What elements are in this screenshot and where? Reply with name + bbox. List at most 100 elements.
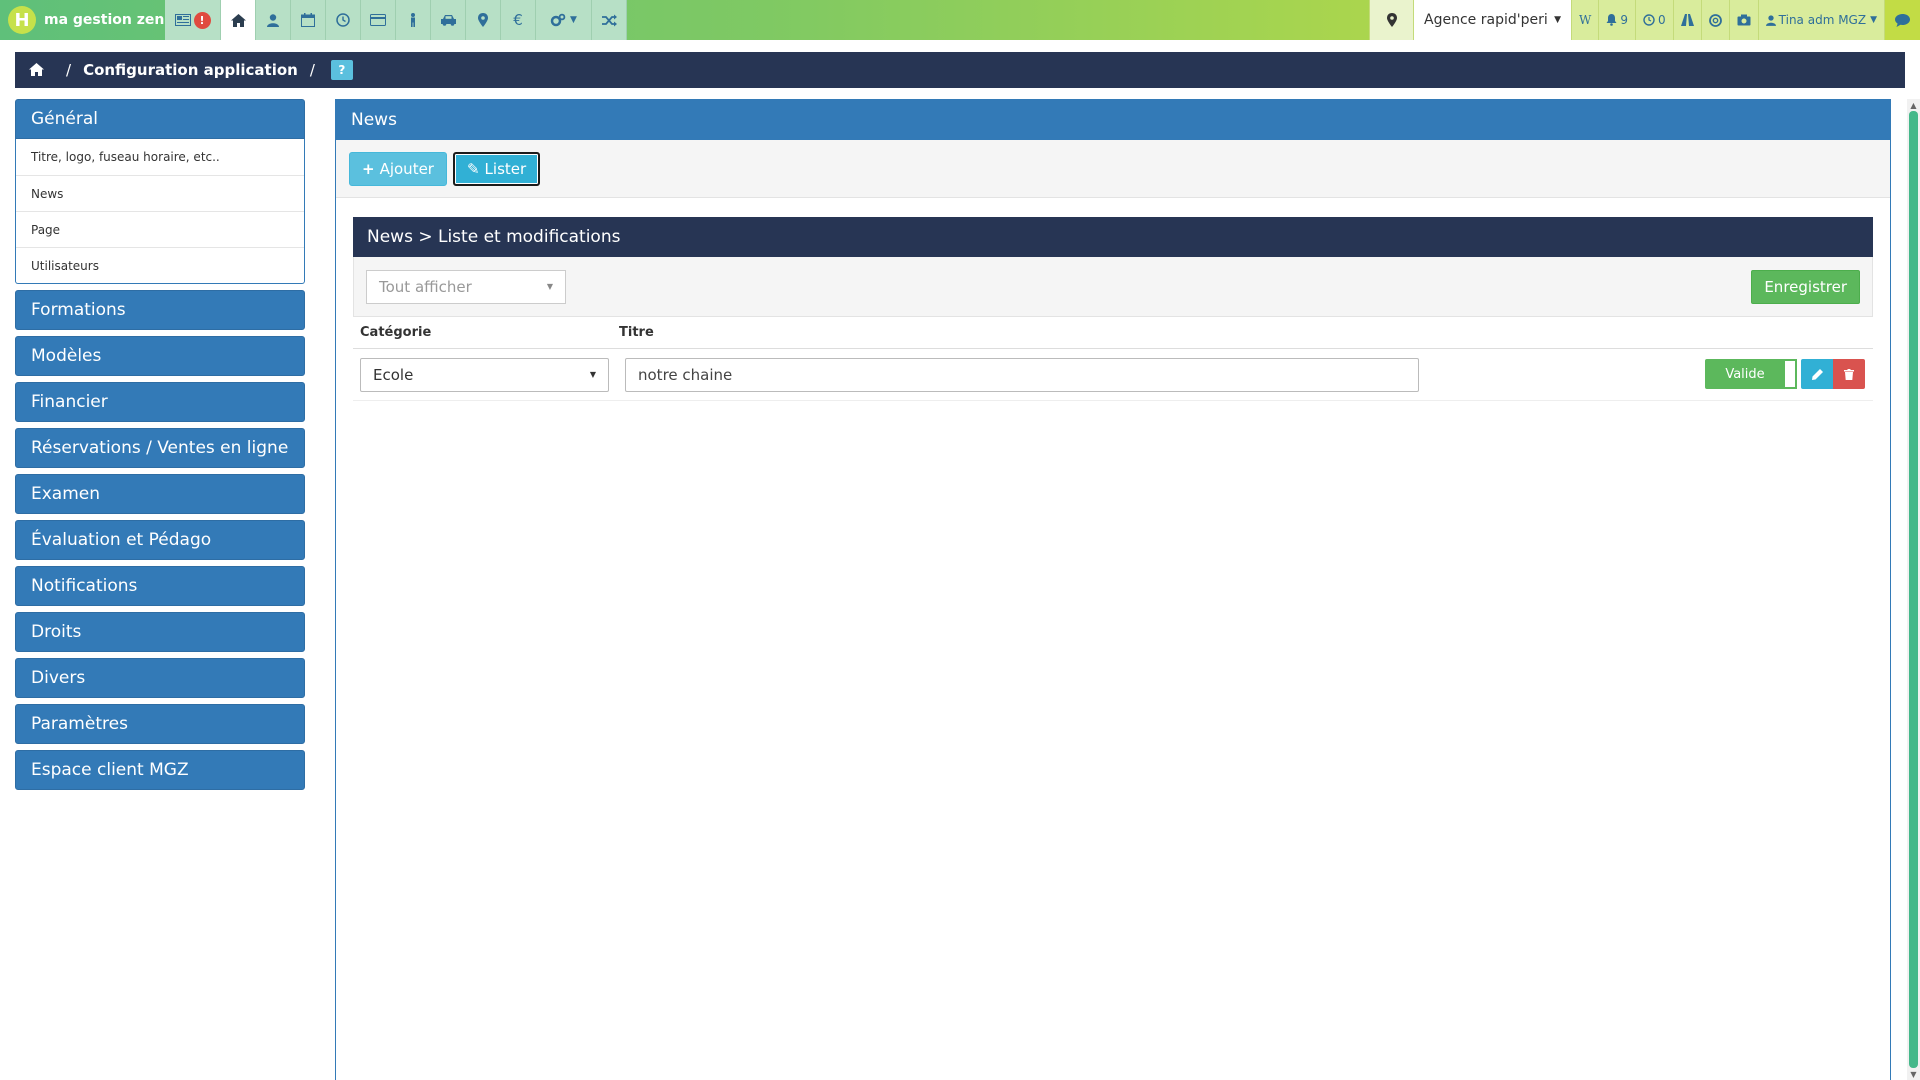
pencil-icon [1811, 368, 1823, 380]
shuffle-icon[interactable] [592, 0, 627, 40]
help-icon[interactable]: ? [330, 60, 353, 80]
sidebar-group-financier[interactable]: Financier [15, 382, 305, 422]
camera-icon [1737, 14, 1751, 26]
notifications-count: 9 [1620, 13, 1629, 27]
title-input[interactable]: notre chaine [625, 357, 1419, 392]
sidebar-group-espace-client[interactable]: Espace client MGZ [15, 750, 305, 790]
w-label: W [1579, 13, 1592, 27]
sidebar-group-formations[interactable]: Formations [15, 290, 305, 330]
brand-logo: H [8, 6, 36, 34]
w-button[interactable]: W [1571, 0, 1599, 40]
user-menu-icon [1765, 14, 1776, 26]
scroll-up-icon[interactable]: ▲ [1907, 99, 1920, 111]
subpanel-title: News > Liste et modifications [353, 217, 1873, 257]
alert-badge: ! [193, 11, 211, 29]
brand-name: ma gestion zen [44, 12, 165, 28]
support-button[interactable] [1700, 0, 1729, 40]
sidebar-group-modeles[interactable]: Modèles [15, 336, 305, 376]
location-button[interactable] [1369, 0, 1414, 40]
calendar-icon[interactable] [291, 0, 326, 40]
trash-icon [1844, 368, 1854, 380]
chevron-down-icon: ▼ [546, 282, 553, 291]
news-alert-icon[interactable]: ! [165, 0, 221, 40]
row-actions: Valide [1705, 359, 1865, 389]
list-button-label: Lister [484, 159, 527, 178]
category-select-value: Ecole [373, 365, 414, 384]
user-menu-chevron-icon: ▼ [1870, 15, 1877, 25]
breadcrumb-separator: / [309, 61, 315, 79]
bell-icon [1606, 14, 1617, 26]
card-icon[interactable] [361, 0, 396, 40]
page-title[interactable]: Configuration application [83, 61, 298, 79]
agency-dropdown[interactable]: Agence rapid'peri ▼ [1413, 0, 1572, 40]
sidebar-group-general[interactable]: Général [15, 99, 305, 139]
sidebar-group-reservations[interactable]: Réservations / Ventes en ligne [15, 428, 305, 468]
user-icon[interactable] [256, 0, 291, 40]
sidebar-general-items: Titre, logo, fuseau horaire, etc.. News … [15, 139, 305, 284]
add-button-label: Ajouter [379, 159, 434, 178]
add-button[interactable]: + Ajouter [349, 151, 447, 186]
sidebar-group-notifications[interactable]: Notifications [15, 566, 305, 606]
road-icon [1680, 14, 1694, 26]
screenshot-button[interactable] [1728, 0, 1758, 40]
sidebar-item-titre[interactable]: Titre, logo, fuseau horaire, etc.. [16, 139, 304, 175]
chat-icon [1895, 13, 1910, 27]
timer-button[interactable]: 0 [1635, 0, 1673, 40]
table-row: Ecole ▼ notre chaine Valide [353, 349, 1873, 401]
person-icon[interactable] [396, 0, 431, 40]
filter-select[interactable]: Tout afficher ▼ [366, 269, 566, 304]
sidebar: Général Titre, logo, fuseau horaire, etc… [15, 99, 305, 796]
chevron-down-icon: ▼ [1554, 15, 1562, 25]
list-button[interactable]: ✎ Lister [452, 151, 541, 186]
location-icon [1386, 13, 1397, 27]
scroll-down-icon[interactable]: ▼ [1907, 1068, 1920, 1080]
column-header-category: Catégorie [360, 325, 432, 340]
notifications-button[interactable]: 9 [1598, 0, 1636, 40]
top-navbar: H ma gestion zen ! € ▼ Agence rapid'peri… [0, 0, 1920, 40]
road-button[interactable] [1672, 0, 1701, 40]
home-icon[interactable] [221, 0, 256, 40]
page-scrollbar[interactable]: ▲ ▼ [1907, 99, 1920, 1080]
category-select[interactable]: Ecole ▼ [360, 357, 609, 392]
pencil-icon: ✎ [466, 159, 480, 178]
sidebar-group-label: Général [31, 109, 98, 129]
scroll-thumb[interactable] [1909, 111, 1918, 1068]
delete-button[interactable] [1833, 359, 1865, 389]
plus-icon: + [362, 159, 375, 178]
status-toggle-knob[interactable] [1785, 359, 1797, 389]
sidebar-item-news[interactable]: News [16, 175, 304, 211]
clock-icon[interactable] [326, 0, 361, 40]
map-pin-icon[interactable] [466, 0, 501, 40]
sidebar-group-examen[interactable]: Examen [15, 474, 305, 514]
chevron-down-icon: ▼ [589, 370, 596, 379]
breadcrumb-separator: / [66, 61, 72, 79]
panel-toolbar: + Ajouter ✎ Lister [336, 140, 1890, 198]
chat-button[interactable] [1884, 0, 1920, 40]
save-button[interactable]: Enregistrer [1751, 269, 1860, 304]
sidebar-group-evaluation[interactable]: Évaluation et Pédago [15, 520, 305, 560]
breadcrumb: / Configuration application / ? [15, 52, 1905, 88]
user-menu[interactable]: Tina adm MGZ ▼ [1757, 0, 1884, 40]
topbar-right: Agence rapid'peri ▼ W 9 0 Tina adm MGZ ▼ [1369, 0, 1920, 40]
timer-icon [1643, 14, 1655, 26]
panel-title: News [336, 100, 1890, 140]
news-panel: News + Ajouter ✎ Lister News > Liste et … [335, 99, 1891, 1080]
column-header-title: Titre [619, 325, 654, 340]
status-toggle[interactable]: Valide [1705, 359, 1785, 389]
sidebar-item-page[interactable]: Page [16, 211, 304, 247]
edit-button[interactable] [1801, 359, 1833, 389]
cogs-icon[interactable]: ▼ [536, 0, 592, 40]
euro-icon[interactable]: € [501, 0, 536, 40]
sidebar-group-parametres[interactable]: Paramètres [15, 704, 305, 744]
home-icon[interactable] [29, 61, 44, 80]
table-header: Catégorie Titre [353, 317, 1873, 349]
sidebar-item-utilisateurs[interactable]: Utilisateurs [16, 247, 304, 283]
sidebar-group-divers[interactable]: Divers [15, 658, 305, 698]
sidebar-group-droits[interactable]: Droits [15, 612, 305, 652]
subpanel-bar: Tout afficher ▼ Enregistrer [353, 257, 1873, 317]
car-icon[interactable] [431, 0, 466, 40]
brand[interactable]: H ma gestion zen [0, 0, 165, 40]
news-list-subpanel: News > Liste et modifications Tout affic… [353, 217, 1873, 401]
filter-select-value: Tout afficher [379, 277, 472, 296]
timer-count: 0 [1658, 13, 1666, 27]
